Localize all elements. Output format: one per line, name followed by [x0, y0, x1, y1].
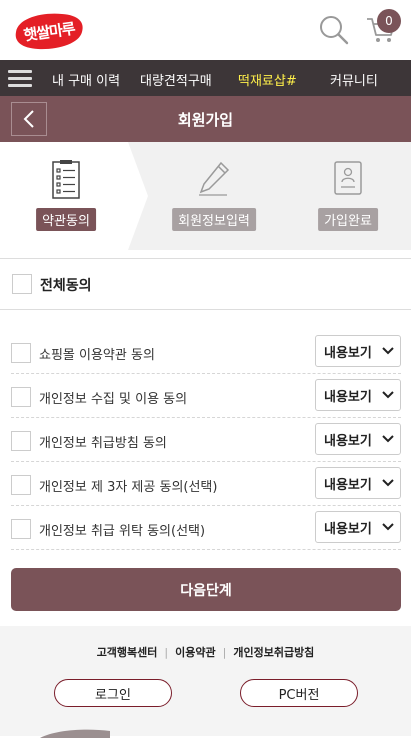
term-checkbox[interactable]: [11, 475, 31, 495]
step-label: 가입완료: [318, 208, 378, 231]
signup-steps: 약관동의 회원정보입력 가입완료: [0, 142, 411, 250]
term-row: 쇼핑몰 이용약관 동의 내용보기: [11, 330, 401, 374]
view-terms-button[interactable]: 내용보기: [315, 423, 401, 455]
view-terms-button[interactable]: 내용보기: [315, 335, 401, 367]
view-terms-button[interactable]: 내용보기: [315, 379, 401, 411]
step-label: 약관동의: [36, 208, 96, 231]
term-label: 쇼핑몰 이용약관 동의: [39, 348, 155, 363]
chevron-down-icon: [382, 435, 394, 443]
step-label: 회원정보입력: [172, 208, 256, 231]
footer-logo-mark: [40, 729, 110, 738]
title-bar: 회원가입: [0, 96, 411, 142]
term-label: 개인정보 취급방침 동의: [39, 436, 167, 451]
footer-links: 고객행복센터 | 이용약관 | 개인정보취급방침: [0, 644, 411, 660]
nav-bulk-quote[interactable]: 대량견적구매: [140, 70, 212, 89]
nav-ingredient-shop[interactable]: 떡재료샵#: [238, 70, 297, 89]
chevron-down-icon: [382, 347, 394, 355]
view-terms-button[interactable]: 내용보기: [315, 467, 401, 499]
view-button-label: 내용보기: [324, 345, 372, 361]
term-checkbox[interactable]: [11, 387, 31, 407]
nav-purchase-history[interactable]: 내 구매 이력: [52, 70, 120, 89]
term-checkbox[interactable]: [11, 431, 31, 451]
term-checkbox[interactable]: [11, 519, 31, 539]
term-row: 개인정보 수집 및 이용 동의 내용보기: [11, 374, 401, 418]
term-checkbox[interactable]: [11, 343, 31, 363]
agree-all-checkbox[interactable]: [12, 274, 32, 294]
id-card-icon: [334, 161, 362, 195]
term-row: 개인정보 취급 위탁 동의(선택) 내용보기: [11, 506, 401, 550]
chevron-left-icon: [23, 110, 34, 128]
footer-link-privacy[interactable]: 개인정보취급방침: [233, 644, 314, 660]
clipboard-list-icon: [52, 160, 80, 199]
footer-separator: |: [222, 645, 227, 659]
pc-version-button[interactable]: PC버전: [240, 679, 358, 707]
pencil-icon: [199, 161, 230, 196]
footer-link-customer-center[interactable]: 고객행복센터: [97, 644, 158, 660]
view-button-label: 내용보기: [324, 389, 372, 405]
terms-list: 쇼핑몰 이용약관 동의 내용보기 개인정보 수집 및 이용 동의 내용보기 개인…: [11, 330, 401, 550]
step-terms: 약관동의: [6, 142, 126, 250]
page-title: 회원가입: [177, 110, 234, 129]
footer: 고객행복센터 | 이용약관 | 개인정보취급방침 로그인 PC버전: [0, 626, 411, 738]
step-member-info: 회원정보입력: [154, 142, 274, 250]
main-nav: 내 구매 이력 대량견적구매 떡재료샵# 커뮤니티: [0, 60, 411, 96]
footer-link-terms[interactable]: 이용약관: [175, 644, 215, 660]
menu-icon[interactable]: [0, 60, 40, 96]
footer-separator: |: [164, 645, 169, 659]
header: 햇쌀마루 0: [0, 0, 411, 60]
term-row: 개인정보 취급방침 동의 내용보기: [11, 418, 401, 462]
chevron-down-icon: [382, 391, 394, 399]
step-complete: 가입완료: [288, 142, 408, 250]
nav-community[interactable]: 커뮤니티: [330, 70, 378, 89]
view-button-label: 내용보기: [324, 521, 372, 537]
view-button-label: 내용보기: [324, 477, 372, 493]
brand-logo[interactable]: 햇쌀마루: [12, 10, 86, 52]
term-label: 개인정보 취급 위탁 동의(선택): [39, 524, 206, 539]
back-button[interactable]: [11, 102, 47, 136]
cart-count-badge: 0: [377, 9, 401, 33]
agree-all-row: 전체동의: [0, 258, 411, 310]
view-terms-button[interactable]: 내용보기: [315, 511, 401, 543]
term-label: 개인정보 수집 및 이용 동의: [39, 392, 188, 407]
next-step-button[interactable]: 다음단계: [11, 568, 401, 611]
login-button[interactable]: 로그인: [54, 679, 172, 707]
view-button-label: 내용보기: [324, 433, 372, 449]
agree-all-label: 전체동의: [40, 278, 92, 294]
search-icon[interactable]: [318, 14, 350, 46]
term-label: 개인정보 제 3자 제공 동의(선택): [39, 480, 218, 495]
term-row: 개인정보 제 3자 제공 동의(선택) 내용보기: [11, 462, 401, 506]
chevron-down-icon: [382, 523, 394, 531]
chevron-down-icon: [382, 479, 394, 487]
